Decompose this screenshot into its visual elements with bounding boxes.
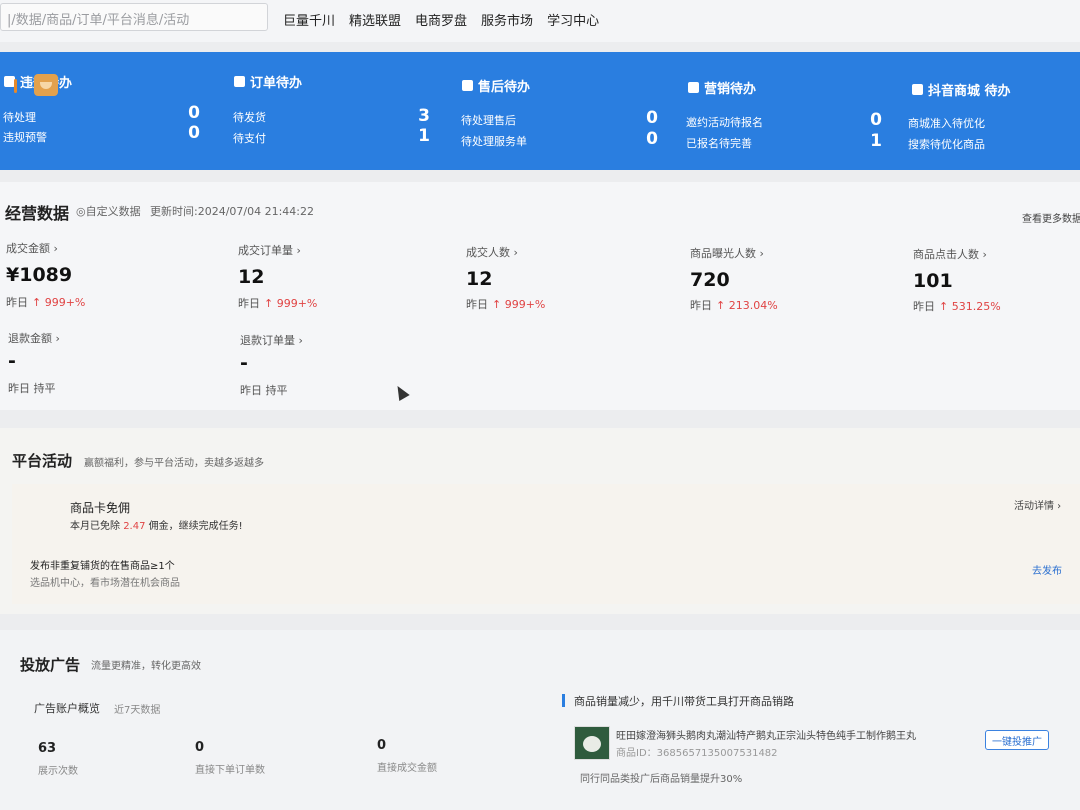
metric-value: 12 — [238, 266, 265, 288]
activity-card-title: 商品卡免佣 — [70, 501, 131, 515]
task-desc: 选品机中心，看市场潜在机会商品 — [30, 578, 180, 589]
activity-card-desc: 本月已免除 2.47 佣金，继续完成任务! — [70, 521, 243, 532]
todo-item-count[interactable]: 0 — [862, 110, 882, 130]
task-title: 发布非重复铺货的在售商品≥1个 — [30, 561, 175, 572]
ad-stat-value: 63 — [38, 741, 57, 756]
todo-douyin-mall: 抖音商城 待办 商城准入待优化 搜索待优化商品 — [908, 52, 1080, 170]
metric-value: - — [8, 350, 16, 372]
metric-value: 101 — [913, 270, 953, 292]
todo-item-count[interactable]: 1 — [862, 131, 882, 151]
metric-compare: 昨日 持平 — [240, 384, 288, 397]
todo-title: 订单待办 — [250, 76, 303, 91]
todo-item-label[interactable]: 待处理 — [3, 109, 36, 125]
todo-violation: 违规待办 待处理 0 违规预警 0 — [0, 52, 215, 170]
metric-label[interactable]: 成交订单量 › — [238, 242, 301, 258]
todo-item-label[interactable]: 待处理售后 — [461, 112, 516, 128]
metric-compare: 昨日 ↑ 213.04% — [690, 299, 778, 312]
todo-item-count[interactable]: 0 — [180, 103, 200, 123]
todo-title: 营销待办 — [704, 82, 757, 97]
metric-label[interactable]: 成交人数 › — [466, 244, 518, 260]
ad-stat-label: 展示次数 — [38, 766, 78, 777]
todo-item-label[interactable]: 待支付 — [233, 130, 266, 146]
section-title: 经营数据 — [5, 204, 70, 223]
todo-item-label[interactable]: 邀约活动待报名 — [686, 114, 763, 130]
todo-orders: 订单待办 待发货 3 待支付 1 — [230, 52, 445, 170]
metric-compare: 昨日 ↑ 999+% — [238, 297, 318, 310]
todo-item-count[interactable]: 0 — [638, 108, 658, 128]
update-time: 更新时间:2024/07/04 21:44:22 — [150, 205, 315, 218]
todo-item-count[interactable]: 1 — [410, 126, 430, 146]
metric-compare: 昨日 ↑ 999+% — [466, 298, 546, 311]
section-title: 平台活动 — [12, 452, 73, 470]
todo-item-label[interactable]: 商城准入待优化 — [908, 115, 985, 131]
metric-value: 720 — [690, 269, 730, 291]
publish-link[interactable]: 去发布 — [1032, 562, 1062, 577]
ad-stat-value: 0 — [195, 740, 205, 755]
product-thumbnail[interactable] — [574, 726, 610, 760]
activity-detail-link[interactable]: 活动详情 › — [1014, 497, 1061, 512]
promo-tip: 同行同品类投广后商品销量提升30% — [580, 774, 743, 785]
metric-compare: 昨日 持平 — [8, 382, 56, 395]
ad-stat-label: 直接下单订单数 — [195, 765, 265, 776]
todo-item-count[interactable]: 0 — [638, 129, 658, 149]
metric-compare: 昨日 ↑ 999+% — [6, 296, 86, 309]
todo-title: 抖音商城 待办 — [928, 84, 1011, 99]
one-click-promote-button[interactable]: 一键投推广 — [985, 730, 1049, 750]
metric-label[interactable]: 成交金额 › — [6, 240, 58, 256]
todo-title: 售后待办 — [478, 80, 531, 95]
ad-overview-range: 近7天数据 — [114, 705, 161, 716]
accent-bar — [14, 79, 17, 93]
metric-value: 12 — [466, 268, 493, 290]
top-nav-bar: |/数据/商品/订单/平台消息/活动 巨量千川 精选联盟 电商罗盘 服务市场 学… — [0, 0, 1080, 42]
aftersale-icon — [462, 80, 473, 91]
metric-compare: 昨日 ↑ 531.25% — [913, 300, 1001, 313]
nav-link-compass[interactable]: 电商罗盘 — [415, 10, 467, 29]
metric-value: - — [240, 352, 248, 374]
nav-link-service-market[interactable]: 服务市场 — [481, 10, 533, 29]
metric-label[interactable]: 退款订单量 › — [240, 332, 303, 348]
nav-link-learning-center[interactable]: 学习中心 — [547, 10, 599, 29]
todo-marketing: 营销待办 邀约活动待报名 0 已报名待完善 1 — [684, 52, 899, 170]
todo-panel: 违规待办 待处理 0 违规预警 0 订单待办 待发货 3 待支付 1 售后待办 … — [0, 52, 1080, 170]
view-more-data-link[interactable]: 查看更多数据 — [1022, 210, 1080, 225]
todo-item-label[interactable]: 待发货 — [233, 109, 266, 125]
todo-item-count[interactable]: 0 — [180, 123, 200, 143]
ad-stat-label: 直接成交金额 — [377, 763, 437, 774]
ad-overview-title: 广告账户概览 — [34, 702, 100, 715]
search-input[interactable]: |/数据/商品/订单/平台消息/活动 — [0, 3, 268, 31]
custom-data-link[interactable]: ◎自定义数据 — [76, 203, 141, 219]
todo-item-label[interactable]: 违规预警 — [3, 129, 47, 145]
accent-bar — [562, 694, 565, 707]
top-nav-links: 巨量千川 精选联盟 电商罗盘 服务市场 学习中心 — [283, 10, 599, 29]
business-data-section: 经营数据 ◎自定义数据 更新时间:2024/07/04 21:44:22 查看更… — [0, 182, 1080, 410]
ad-stat-value: 0 — [377, 738, 387, 753]
promo-title: 商品销量减少，用千川带货工具打开商品销路 — [574, 695, 794, 708]
section-subtitle: 流量更精准，转化更高效 — [91, 661, 201, 672]
todo-aftersale: 售后待办 待处理售后 0 待处理服务单 0 — [458, 52, 673, 170]
product-name[interactable]: 旺田嫁澄海狮头鹅肉丸潮汕特产鹅丸正宗汕头特色纯手工制作鹅王丸 — [616, 727, 916, 742]
nav-link-qianchuan[interactable]: 巨量千川 — [283, 10, 335, 29]
home-icon — [912, 84, 923, 95]
metric-value: ¥1089 — [6, 264, 73, 286]
product-id: 商品ID：3685657135007531482 — [616, 748, 778, 759]
nav-link-alliance[interactable]: 精选联盟 — [349, 10, 401, 29]
todo-item-label[interactable]: 待处理服务单 — [461, 133, 527, 149]
ads-section: 投放广告 流量更精准，转化更高效 广告账户概览 近7天数据 63 展示次数 0 … — [0, 630, 1080, 810]
metric-label[interactable]: 商品曝光人数 › — [690, 245, 764, 261]
todo-item-label[interactable]: 搜索待优化商品 — [908, 136, 985, 152]
metric-label[interactable]: 商品点击人数 › — [913, 246, 987, 262]
metric-label[interactable]: 退款金额 › — [8, 330, 60, 346]
section-subtitle: 赢额福利，参与平台活动，卖越多返越多 — [84, 458, 264, 469]
todo-item-label[interactable]: 已报名待完善 — [686, 135, 752, 151]
gift-box-icon — [34, 74, 58, 96]
megaphone-icon — [688, 82, 699, 93]
order-icon — [234, 76, 245, 87]
section-title: 投放广告 — [20, 656, 81, 674]
todo-item-count[interactable]: 3 — [410, 106, 430, 126]
